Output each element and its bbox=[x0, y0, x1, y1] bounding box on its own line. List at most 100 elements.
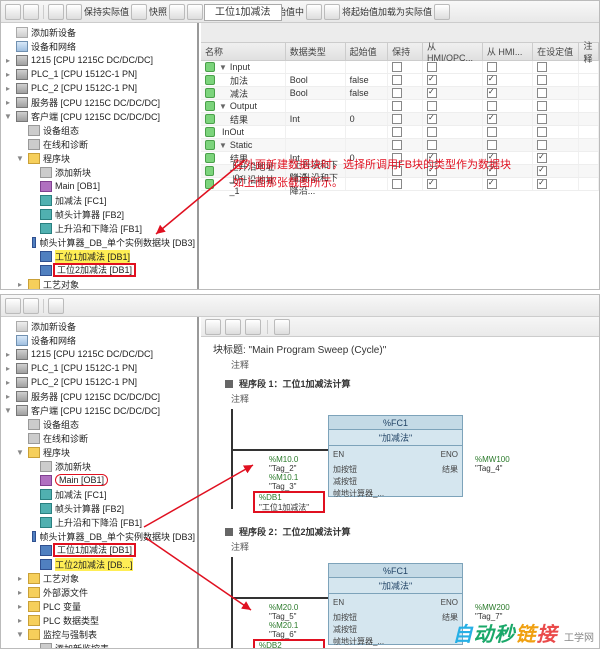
tree-node[interactable]: 添加新设备 bbox=[1, 319, 197, 333]
tree-toggle-icon[interactable] bbox=[27, 503, 37, 513]
tree-node[interactable]: 添加新监控表 bbox=[1, 641, 197, 648]
tree-toggle-icon[interactable] bbox=[27, 545, 37, 555]
tree-toggle-icon[interactable] bbox=[27, 559, 37, 569]
tree-node[interactable]: 在线和诊断 bbox=[1, 137, 197, 151]
tree-node[interactable]: 加减法 [FC1] bbox=[1, 193, 197, 207]
tree-toggle-icon[interactable]: ▸ bbox=[3, 363, 13, 373]
grid-header-cell[interactable]: 注释 bbox=[579, 43, 599, 60]
grid-header-cell[interactable]: 在设定值 bbox=[533, 43, 579, 60]
grid-row[interactable]: 减法Boolfalse bbox=[201, 87, 599, 100]
network-header[interactable]: 程序段 2：工位2加减法计算 bbox=[225, 525, 599, 538]
tree-node[interactable]: 设备和网络 bbox=[1, 333, 197, 347]
block-title-tab[interactable]: 工位1加减法 bbox=[204, 4, 282, 21]
toolbar-btn[interactable] bbox=[245, 319, 261, 335]
tree-toggle-icon[interactable] bbox=[27, 265, 37, 275]
toolbar-btn[interactable] bbox=[5, 298, 21, 314]
grid-header-cell[interactable]: 数据类型 bbox=[286, 43, 346, 60]
tree-node[interactable]: ▸PLC_2 [CPU 1512C-1 PN] bbox=[1, 375, 197, 389]
tree-toggle-icon[interactable]: ▸ bbox=[15, 279, 25, 289]
tree-node[interactable]: ▸工艺对象 bbox=[1, 277, 197, 289]
tree-node[interactable]: ▸外部源文件 bbox=[1, 585, 197, 599]
tree-toggle-icon[interactable] bbox=[27, 643, 37, 648]
tree-node[interactable]: ▸1215 [CPU 1215C DC/DC/DC] bbox=[1, 347, 197, 361]
grid-row[interactable]: ▼Input bbox=[201, 61, 599, 74]
collapse-icon[interactable] bbox=[225, 380, 233, 388]
tree-toggle-icon[interactable] bbox=[27, 475, 37, 485]
tree-node[interactable]: 工位1加减法 [DB1] bbox=[1, 543, 197, 557]
tree-toggle-icon[interactable] bbox=[27, 195, 37, 205]
tree-node[interactable]: 添加新块 bbox=[1, 165, 197, 179]
tree-node[interactable]: ▸PLC_2 [CPU 1512C-1 PN] bbox=[1, 81, 197, 95]
toolbar-btn[interactable] bbox=[66, 4, 82, 20]
collapse-icon[interactable] bbox=[225, 528, 233, 536]
tree-node[interactable]: Main [OB1] bbox=[1, 473, 197, 487]
tree-node[interactable]: ▼监控与强制表 bbox=[1, 627, 197, 641]
tree-toggle-icon[interactable] bbox=[27, 167, 37, 177]
tree-toggle-icon[interactable] bbox=[27, 517, 37, 527]
grid-row[interactable]: ▼Output bbox=[201, 100, 599, 113]
tree-node[interactable]: 设备组态 bbox=[1, 417, 197, 431]
tree-node[interactable]: 在线和诊断 bbox=[1, 431, 197, 445]
tree-toggle-icon[interactable] bbox=[3, 321, 13, 331]
tree-node[interactable]: 帧头计算器 [FB2] bbox=[1, 501, 197, 515]
tree-toggle-icon[interactable] bbox=[27, 251, 37, 261]
toolbar-btn[interactable] bbox=[131, 4, 147, 20]
grid-header-cell[interactable]: 保持 bbox=[388, 43, 423, 60]
tree-toggle-icon[interactable]: ▸ bbox=[3, 391, 13, 401]
tree-node[interactable]: ▼客户端 [CPU 1215C DC/DC/DC] bbox=[1, 403, 197, 417]
tree-toggle-icon[interactable] bbox=[15, 139, 25, 149]
toolbar-btn[interactable] bbox=[205, 319, 221, 335]
toolbar-btn[interactable] bbox=[48, 298, 64, 314]
tree-toggle-icon[interactable]: ▼ bbox=[3, 405, 13, 415]
grid-header-cell[interactable]: 从 HMI... bbox=[483, 43, 533, 60]
toolbar-btn[interactable] bbox=[306, 4, 322, 20]
tree-toggle-icon[interactable] bbox=[27, 181, 37, 191]
toolbar-btn[interactable] bbox=[187, 4, 203, 20]
tree-toggle-icon[interactable] bbox=[27, 209, 37, 219]
grid-row[interactable]: InOut bbox=[201, 126, 599, 139]
tree-toggle-icon[interactable] bbox=[27, 531, 29, 541]
grid-header-cell[interactable]: 名称 bbox=[201, 43, 286, 60]
tree-node[interactable]: 加减法 [FC1] bbox=[1, 487, 197, 501]
tree-node[interactable]: 工位2加减法 [DB1] bbox=[1, 263, 197, 277]
tree-node[interactable]: 帧头计算器 [FB2] bbox=[1, 207, 197, 221]
toolbar-btn[interactable] bbox=[434, 4, 450, 20]
toolbar-btn[interactable] bbox=[169, 4, 185, 20]
tree-node[interactable]: 帧头计算器_DB_单个实例数据块 [DB3] bbox=[1, 235, 197, 249]
toolbar-btn[interactable] bbox=[23, 4, 39, 20]
tree-node[interactable]: ▸工艺对象 bbox=[1, 571, 197, 585]
tree-toggle-icon[interactable]: ▸ bbox=[15, 615, 25, 625]
toolbar-btn[interactable] bbox=[324, 4, 340, 20]
tree-node[interactable]: ▸PLC_1 [CPU 1512C-1 PN] bbox=[1, 67, 197, 81]
tree-node[interactable]: 添加新块 bbox=[1, 459, 197, 473]
tree-node[interactable]: 工位1加减法 [DB1] bbox=[1, 249, 197, 263]
tree-node[interactable]: ▸服务器 [CPU 1215C DC/DC/DC] bbox=[1, 95, 197, 109]
tree-toggle-icon[interactable]: ▼ bbox=[15, 629, 25, 639]
tree-toggle-icon[interactable] bbox=[27, 489, 37, 499]
tree-node[interactable]: ▸1215 [CPU 1215C DC/DC/DC] bbox=[1, 53, 197, 67]
grid-header-cell[interactable]: 从 HMI/OPC... bbox=[423, 43, 483, 60]
fb-call-box[interactable]: %FC1 "加减法" EN ENO 加按钮 结果 减按钮 帧地计算器_... bbox=[328, 563, 463, 645]
tree-toggle-icon[interactable]: ▸ bbox=[15, 573, 25, 583]
tree-node[interactable]: 设备和网络 bbox=[1, 39, 197, 53]
tree-toggle-icon[interactable]: ▸ bbox=[3, 83, 13, 93]
tree-toggle-icon[interactable] bbox=[3, 41, 13, 51]
tree-node[interactable]: ▼程序块 bbox=[1, 151, 197, 165]
tree-node[interactable]: 帧头计算器_DB_单个实例数据块 [DB3] bbox=[1, 529, 197, 543]
ladder-network-1[interactable]: %FC1 "加减法" EN ENO 加按钮 结果 减按钮 帧地计算器_... %… bbox=[231, 409, 599, 519]
tree-toggle-icon[interactable]: ▸ bbox=[3, 69, 13, 79]
tree-node[interactable]: ▼客户端 [CPU 1215C DC/DC/DC] bbox=[1, 109, 197, 123]
tree-node[interactable]: 添加新设备 bbox=[1, 25, 197, 39]
network-header[interactable]: 程序段 1：工位1加减法计算 bbox=[225, 377, 599, 390]
tree-node[interactable]: ▸PLC 数据类型 bbox=[1, 613, 197, 627]
tree-toggle-icon[interactable] bbox=[3, 27, 13, 37]
project-tree[interactable]: 添加新设备设备和网络▸1215 [CPU 1215C DC/DC/DC] ▸PLC… bbox=[1, 317, 197, 648]
fb-call-box[interactable]: %FC1 "加减法" EN ENO 加按钮 结果 减按钮 帧地计算器_... bbox=[328, 415, 463, 497]
tree-toggle-icon[interactable] bbox=[3, 335, 13, 345]
tree-node[interactable]: 设备组态 bbox=[1, 123, 197, 137]
tree-toggle-icon[interactable]: ▸ bbox=[3, 97, 13, 107]
tree-toggle-icon[interactable]: ▸ bbox=[3, 55, 13, 65]
tree-node[interactable]: Main [OB1] bbox=[1, 179, 197, 193]
tree-toggle-icon[interactable] bbox=[27, 223, 37, 233]
tree-node[interactable]: ▸服务器 [CPU 1215C DC/DC/DC] bbox=[1, 389, 197, 403]
